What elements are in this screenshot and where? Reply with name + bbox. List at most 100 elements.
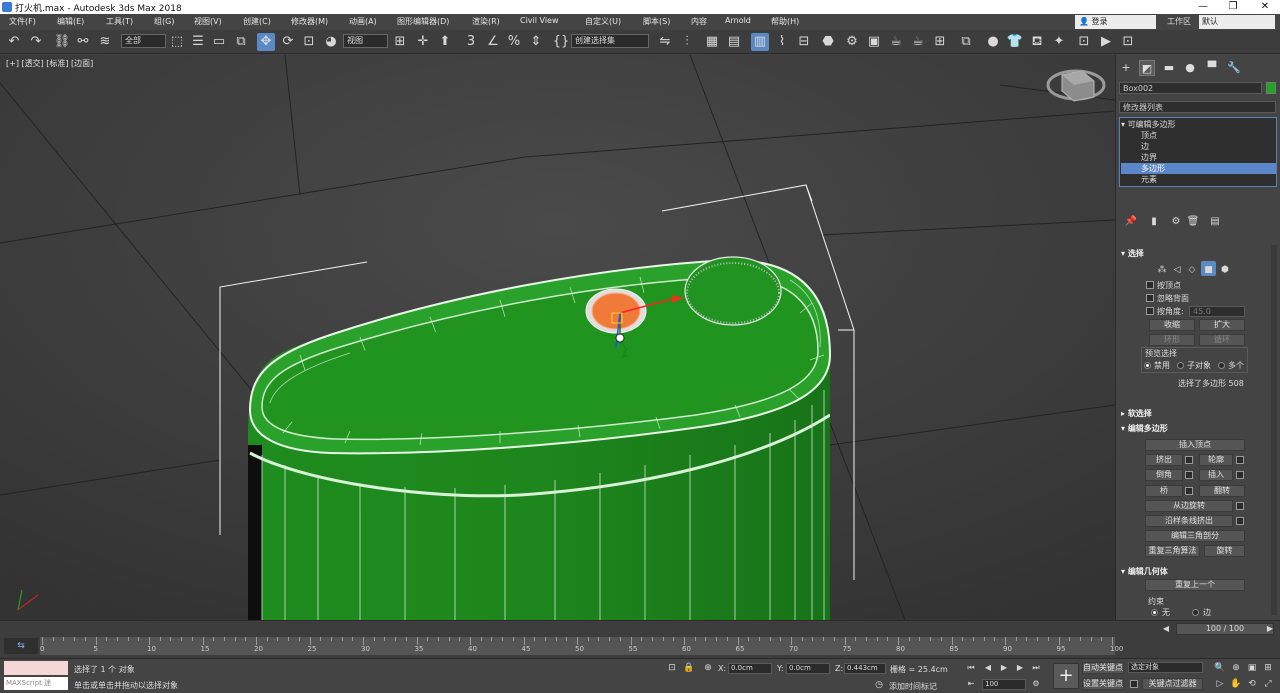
schematic-view-icon[interactable]: ⊟ xyxy=(795,33,813,51)
orbit-icon[interactable]: ⟲ xyxy=(1245,677,1259,691)
select-rotate-icon[interactable]: ⟳ xyxy=(279,33,297,51)
percent-snap-icon[interactable]: % xyxy=(505,33,523,51)
stack-item-vertex[interactable]: 顶点 xyxy=(1121,130,1276,141)
render-setup-icon[interactable]: ⚙ xyxy=(843,33,861,51)
object-color-swatch[interactable] xyxy=(1266,82,1276,94)
bridge-settings-icon[interactable] xyxy=(1185,487,1193,495)
constraint-none-radio[interactable] xyxy=(1151,609,1158,616)
login-button[interactable]: 👤 登录 xyxy=(1075,15,1156,29)
zoom-icon[interactable]: 🔍 xyxy=(1213,661,1227,675)
pin-stack-icon[interactable]: 📌 xyxy=(1122,213,1140,231)
teapot-icon[interactable]: ⛾ xyxy=(1028,33,1046,51)
close-button[interactable]: ✕ xyxy=(1250,0,1280,14)
element-mode-icon[interactable]: ⬢ xyxy=(1216,261,1234,279)
absolute-mode-icon[interactable]: ⊕ xyxy=(702,662,714,674)
link-icon[interactable]: ⛓ xyxy=(53,33,71,51)
soft-selection-rollout-header[interactable]: ▸ 软选择 xyxy=(1121,408,1274,419)
minimize-button[interactable]: — xyxy=(1188,0,1218,14)
utilities-tab-icon[interactable]: 🔧 xyxy=(1226,60,1242,76)
menu-views[interactable]: 视图(V) xyxy=(194,16,222,27)
modify-tab-icon[interactable]: ◩ xyxy=(1139,60,1155,76)
z-coordinate-field[interactable]: 0.443cm xyxy=(844,663,886,674)
viewport-label[interactable]: [+] [透交] [标准] [边面] xyxy=(6,58,93,69)
point-light-icon[interactable]: ● xyxy=(984,33,1002,51)
viewport-layout-icon[interactable]: ⧉ xyxy=(957,33,975,51)
rect-selection-icon[interactable]: ▭ xyxy=(210,33,228,51)
preview-subobject-radio[interactable] xyxy=(1177,362,1184,369)
window-crossing-icon[interactable]: ⧉ xyxy=(232,33,250,51)
menu-create[interactable]: 创建(C) xyxy=(243,16,271,27)
arnold-shader-icon[interactable]: ✦ xyxy=(1050,33,1068,51)
named-selection-dropdown[interactable]: 创建选择集 xyxy=(571,34,649,48)
show-end-result-icon[interactable]: ▮ xyxy=(1145,213,1163,231)
polygon-mode-icon[interactable]: ■ xyxy=(1201,261,1216,276)
reference-coordinate-dropdown[interactable]: 视图 xyxy=(343,34,388,48)
selected-objects-dropdown[interactable]: 选定对象 xyxy=(1128,662,1203,673)
render-play-icon[interactable]: ▶ xyxy=(1097,33,1115,51)
menu-graph-editors[interactable]: 图形编辑器(D) xyxy=(397,16,449,27)
isolate-icon[interactable]: ⊡ xyxy=(666,662,678,674)
selection-rollout-header[interactable]: ▾ 选择 xyxy=(1121,248,1274,259)
extrude-settings-icon[interactable] xyxy=(1185,456,1193,464)
time-track[interactable]: 0 5 10 15 20 25 30 35 40 45 50 55 60 65 70 75 80 85 90 95 10… xyxy=(40,637,1123,655)
auto-key-button[interactable]: 自动关键点 xyxy=(1082,662,1124,674)
key-filter-box[interactable] xyxy=(1130,680,1138,688)
x-coordinate-field[interactable]: 0.0cm xyxy=(728,663,772,674)
pan-view-icon[interactable]: ✋ xyxy=(1229,677,1243,691)
menu-help[interactable]: 帮助(H) xyxy=(771,16,799,27)
menu-file[interactable]: 文件(F) xyxy=(9,16,36,27)
selection-lock-icon[interactable]: 🔒 xyxy=(683,662,695,674)
make-unique-icon[interactable]: ⚙ xyxy=(1167,213,1185,231)
wheel-hole[interactable] xyxy=(684,256,782,326)
stack-root-editable-poly[interactable]: ▾ 可编辑多边形 xyxy=(1121,119,1276,130)
workspace-select[interactable]: 默认 xyxy=(1199,15,1275,29)
ribbon-toggle-icon[interactable]: ▥ xyxy=(751,33,769,51)
command-panel-scrollbar[interactable] xyxy=(1271,245,1277,615)
zoom-all-icon[interactable]: ⊕ xyxy=(1229,661,1243,675)
goto-end-icon[interactable]: ⏭ xyxy=(1030,662,1042,674)
motion-tab-icon[interactable]: ● xyxy=(1182,60,1198,76)
outline-settings-icon[interactable] xyxy=(1236,456,1244,464)
mirror-icon[interactable]: ⇋ xyxy=(656,33,674,51)
play-icon[interactable]: ▶ xyxy=(998,662,1010,674)
bevel-settings-icon[interactable] xyxy=(1185,471,1193,479)
pivot-center-icon[interactable]: ⊞ xyxy=(391,33,409,51)
menu-customize[interactable]: 自定义(U) xyxy=(585,16,621,27)
by-vertex-checkbox[interactable] xyxy=(1146,281,1154,289)
grow-button[interactable]: 扩大 xyxy=(1199,319,1245,331)
render-crop-icon[interactable]: ⊡ xyxy=(1119,33,1137,51)
render-iterative-icon[interactable]: ☕ xyxy=(909,33,927,51)
set-key-plus-icon[interactable]: + xyxy=(1053,663,1079,689)
scene-explorer-icon[interactable]: ▦ xyxy=(703,33,721,51)
select-scale-icon[interactable]: ⊡ xyxy=(300,33,318,51)
perspective-viewport[interactable]: [+] [透交] [标准] [边面] xyxy=(0,55,1115,620)
next-frame-icon[interactable]: ▶ xyxy=(1264,623,1276,635)
prev-key-icon[interactable]: ◀ xyxy=(982,662,994,674)
menu-content[interactable]: 内容 xyxy=(691,16,707,27)
hierarchy-tab-icon[interactable]: ▬ xyxy=(1161,60,1177,76)
stack-item-polygon[interactable]: 多边形 xyxy=(1121,163,1276,174)
zoom-extents-icon[interactable]: ▣ xyxy=(1245,661,1259,675)
modifier-list-dropdown[interactable]: 修改器列表 xyxy=(1119,101,1276,113)
select-by-name-icon[interactable]: ☰ xyxy=(189,33,207,51)
maxscript-listener-box[interactable] xyxy=(4,661,68,675)
menu-edit[interactable]: 编辑(E) xyxy=(57,16,84,27)
key-filters-button[interactable]: 关键点过滤器 xyxy=(1142,678,1203,690)
render-production-icon[interactable]: ☕ xyxy=(887,33,905,51)
curve-editor-icon[interactable]: ⌇ xyxy=(773,33,791,51)
constraint-edge-radio[interactable] xyxy=(1192,609,1199,616)
menu-group[interactable]: 组(G) xyxy=(154,16,174,27)
select-move-icon[interactable]: ✥ xyxy=(257,33,275,51)
viewport-scene[interactable] xyxy=(0,55,1115,620)
inset-settings-icon[interactable] xyxy=(1236,471,1244,479)
flip-button[interactable]: 翻转 xyxy=(1199,485,1245,497)
current-frame-field[interactable]: 100 xyxy=(982,679,1026,690)
ring-button[interactable]: 环形 xyxy=(1149,334,1195,346)
extrude-button[interactable]: 挤出 xyxy=(1145,454,1183,466)
preview-multiple-radio[interactable] xyxy=(1218,362,1225,369)
menu-civil-view[interactable]: Civil View xyxy=(520,16,559,25)
prev-frame-icon[interactable]: ◀ xyxy=(1160,623,1172,635)
render-cloud-icon[interactable]: ⊞ xyxy=(931,33,949,51)
tshirt-icon[interactable]: 👕 xyxy=(1006,33,1024,51)
time-config-icon[interactable]: ⚙ xyxy=(1030,678,1042,690)
